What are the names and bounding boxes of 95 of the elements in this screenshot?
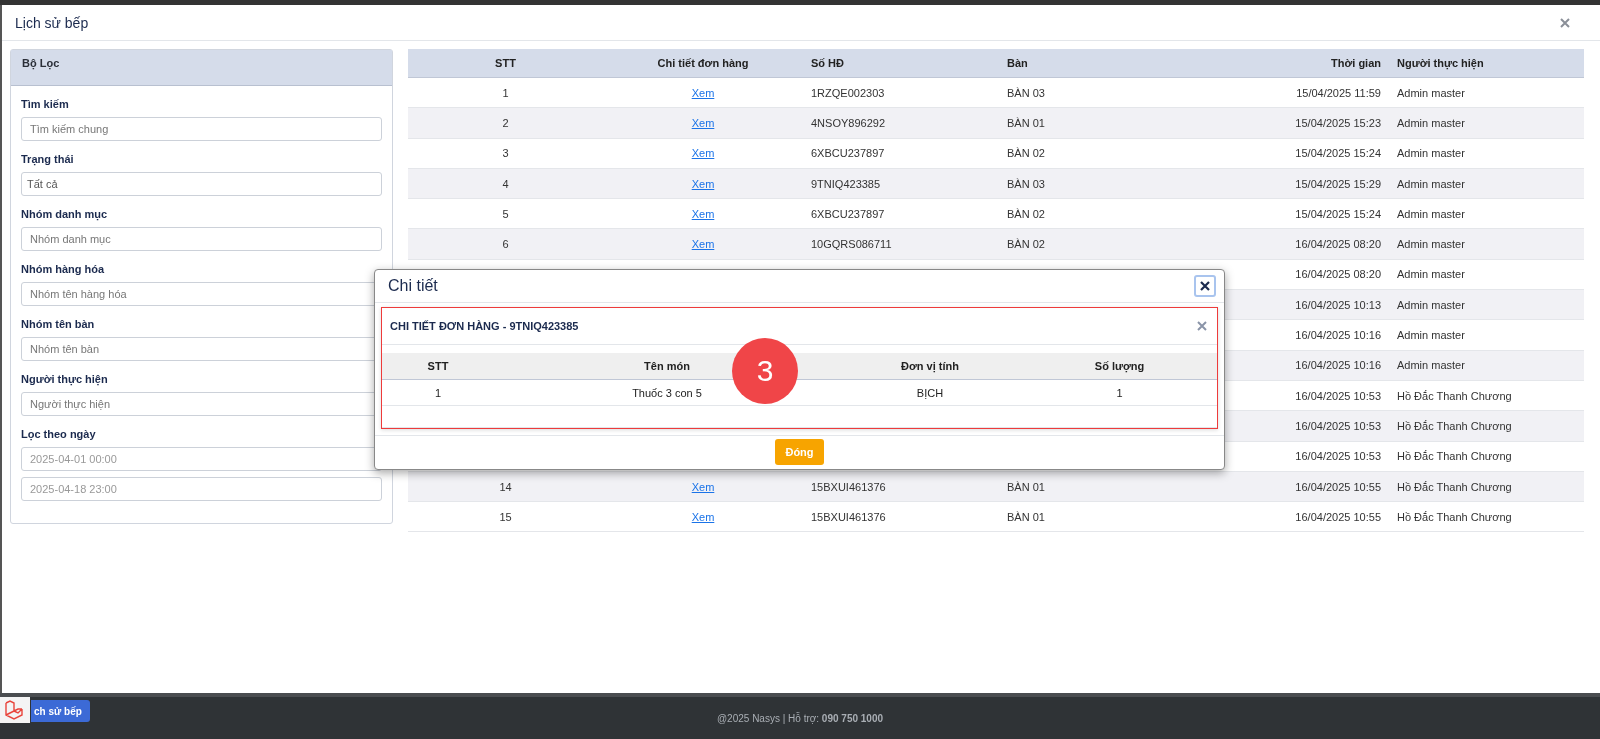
- table-cell: Hồ Đắc Thanh Chương: [1397, 450, 1512, 463]
- table-cell: Admin master: [1397, 238, 1465, 251]
- input-field[interactable]: Nhóm danh mục: [21, 227, 382, 251]
- view-link[interactable]: Xem: [691, 510, 715, 523]
- view-link[interactable]: Xem: [691, 177, 715, 190]
- copyright-text: @2025 Nasys | Hỗ trợ: 090 750 1000: [716, 712, 884, 724]
- table-cell: 15: [499, 510, 512, 523]
- status-select[interactable]: Tất cả: [21, 172, 382, 196]
- table-cell: 16/04/2025 10:53: [1295, 419, 1381, 432]
- table-cell: BỊCH: [916, 386, 944, 399]
- column-header: Số HĐ: [810, 57, 845, 69]
- column-header: Số lượng: [1094, 360, 1145, 372]
- table-cell: 16/04/2025 10:55: [1295, 510, 1381, 523]
- view-link[interactable]: Xem: [691, 238, 715, 251]
- table-cell: 2: [502, 116, 509, 129]
- date-field[interactable]: 2025-04-18 23:00: [21, 477, 382, 501]
- table-cell: Admin master: [1397, 359, 1465, 372]
- table-cell: 15/04/2025 15:29: [1295, 177, 1381, 190]
- table-cell: BÀN 03: [1007, 177, 1045, 190]
- view-link[interactable]: Xem: [691, 86, 715, 99]
- column-header: Tên món: [644, 360, 690, 372]
- view-link[interactable]: Xem: [691, 147, 715, 160]
- table-cell: BÀN 02: [1007, 147, 1045, 160]
- table-cell: BÀN 01: [1007, 510, 1045, 523]
- table-cell: BÀN 02: [1007, 238, 1045, 251]
- table-cell: 16/04/2025 08:20: [1295, 268, 1381, 281]
- table-cell: 16/04/2025 10:53: [1295, 450, 1381, 463]
- table-cell: Hồ Đắc Thanh Chương: [1397, 389, 1512, 402]
- table-cell: 16/04/2025 10:16: [1295, 329, 1381, 341]
- column-header: Đơn vị tính: [901, 360, 959, 372]
- column-header: Bàn: [1006, 57, 1029, 69]
- table-cell: 16/04/2025 10:55: [1295, 480, 1381, 493]
- table-cell: 10GQRS086711: [811, 238, 892, 251]
- column-header: STT: [427, 360, 449, 372]
- table-cell: Hồ Đắc Thanh Chương: [1397, 480, 1512, 493]
- table-cell: 15/04/2025 15:24: [1295, 207, 1381, 220]
- table-cell: 1: [502, 86, 509, 99]
- table-cell: BÀN 03: [1007, 86, 1045, 99]
- table-cell: BÀN 01: [1007, 116, 1045, 129]
- table-cell: 16/04/2025 10:13: [1295, 298, 1381, 311]
- column-header: Người thực hiện: [1396, 57, 1485, 69]
- input-field[interactable]: Tìm kiếm chung: [21, 117, 382, 141]
- table-cell: 15/04/2025 15:24: [1295, 147, 1381, 160]
- table-cell: Hồ Đắc Thanh Chương: [1397, 419, 1512, 432]
- table-cell: 16/04/2025 10:53: [1295, 389, 1381, 402]
- view-link[interactable]: Xem: [691, 207, 715, 220]
- taskbar-tab[interactable]: ch sử bếp: [31, 700, 90, 722]
- column-header: Chi tiết đơn hàng: [656, 57, 750, 69]
- table-cell: 1RZQE002303: [811, 86, 885, 99]
- field-label: Nhóm danh mục: [21, 208, 109, 220]
- table-cell: Thuốc 3 con 5: [632, 386, 702, 399]
- table-cell: 15/04/2025 15:23: [1295, 116, 1381, 129]
- table-cell: Admin master: [1397, 298, 1465, 311]
- field-label: Trạng thái: [21, 153, 75, 165]
- column-header: Thời gian: [1330, 57, 1381, 69]
- table-cell: BÀN 02: [1007, 207, 1045, 220]
- table-cell: 6: [502, 238, 509, 251]
- table-cell: 4: [502, 177, 509, 190]
- field-label: Người thực hiện: [21, 373, 109, 385]
- field-label: Lọc theo ngày: [21, 428, 97, 440]
- table-cell: 6XBCU237897: [811, 207, 885, 220]
- table-cell: 16/04/2025 10:16: [1295, 359, 1381, 372]
- table-cell: 1: [434, 386, 442, 399]
- table-cell: 4NSOY896292: [811, 116, 885, 129]
- card-title: CHI TIẾT ĐƠN HÀNG - 9TNIQ423385: [390, 320, 579, 332]
- table-cell: 16/04/2025 08:20: [1295, 238, 1381, 251]
- table-cell: 15BXUI461376: [811, 480, 886, 493]
- view-link[interactable]: Xem: [691, 480, 715, 493]
- table-cell: 3: [502, 147, 509, 160]
- table-cell: 1: [1116, 386, 1123, 399]
- field-label: Nhóm tên bàn: [21, 318, 96, 330]
- table-cell: Admin master: [1397, 329, 1465, 341]
- table-cell: 14: [499, 480, 512, 493]
- table-cell: Admin master: [1397, 86, 1465, 99]
- view-link[interactable]: Xem: [691, 116, 715, 129]
- column-header: STT: [494, 57, 517, 69]
- table-cell: Admin master: [1397, 116, 1465, 129]
- table-cell: Admin master: [1397, 207, 1465, 220]
- field-label: Tìm kiếm: [21, 98, 70, 110]
- dialog-title: Chi tiết: [388, 277, 438, 295]
- table-cell: 9TNIQ423385: [811, 177, 881, 190]
- table-cell: 15BXUI461376: [811, 510, 886, 523]
- table-cell: 6XBCU237897: [811, 147, 885, 160]
- date-field[interactable]: 2025-04-01 00:00: [21, 447, 382, 471]
- table-cell: 5: [502, 207, 509, 220]
- table-cell: Admin master: [1397, 177, 1465, 190]
- table-cell: 15/04/2025 11:59: [1296, 86, 1381, 99]
- filter-title: Bộ Lọc: [22, 57, 60, 69]
- annotation-badge: 3: [732, 338, 798, 404]
- table-cell: Hồ Đắc Thanh Chương: [1397, 510, 1512, 523]
- window-title: Lịch sử bếp: [15, 14, 89, 31]
- table-cell: BÀN 01: [1007, 480, 1045, 493]
- field-label: Nhóm hàng hóa: [21, 263, 106, 275]
- table-cell: Admin master: [1397, 147, 1465, 160]
- table-cell: Admin master: [1397, 268, 1465, 281]
